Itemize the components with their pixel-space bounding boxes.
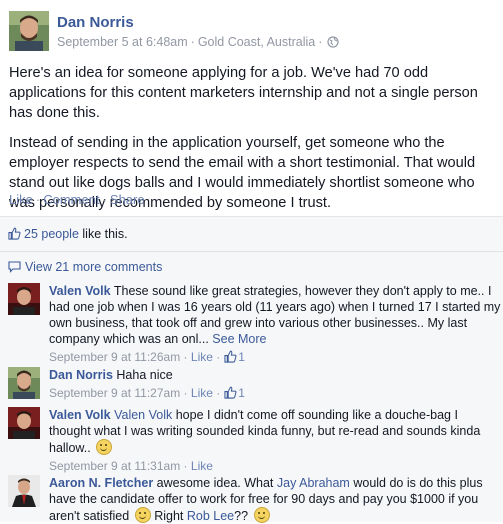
- post-author-name[interactable]: Dan Norris: [57, 14, 134, 31]
- commenter-name[interactable]: Dan Norris: [49, 368, 113, 382]
- commenter-name[interactable]: Aaron N. Fletcher: [49, 476, 153, 490]
- comment-date[interactable]: September 9 at 11:31am: [49, 459, 180, 473]
- meta-separator: ·: [318, 35, 323, 49]
- action-separator: ·: [35, 192, 41, 207]
- likes-count-link[interactable]: 25 people: [24, 227, 79, 241]
- divider: [0, 251, 503, 252]
- author-avatar[interactable]: [9, 11, 49, 51]
- mention-link[interactable]: Valen Volk: [114, 408, 172, 422]
- comment-date[interactable]: September 9 at 11:26am: [49, 350, 180, 364]
- like-button[interactable]: Like: [9, 192, 33, 207]
- thumbs-up-icon: [224, 350, 237, 367]
- post-paragraph: Here's an idea for someone applying for …: [9, 65, 478, 121]
- comment-like-button[interactable]: Like: [191, 350, 213, 364]
- comment-meta: September 9 at 11:31am · Like: [49, 458, 501, 474]
- comment-meta: September 9 at 11:26am · Like · 1: [49, 349, 501, 367]
- post-meta: September 5 at 6:48am · Gold Coast, Austra…: [57, 35, 340, 51]
- thumbs-up-icon: [224, 386, 237, 403]
- commenter-avatar[interactable]: [8, 283, 40, 315]
- commenter-name[interactable]: Valen Volk: [49, 408, 111, 422]
- see-more-link[interactable]: See More: [212, 332, 266, 346]
- comment-body: Aaron N. Fletcher awesome idea. What Jay…: [49, 475, 501, 524]
- comment-text: Haha nice: [116, 368, 173, 382]
- comment-like-button[interactable]: Like: [191, 386, 213, 400]
- likes-suffix: like this.: [82, 227, 128, 241]
- post-location[interactable]: Gold Coast, Australia: [198, 35, 315, 49]
- comment-body: Valen Volk These sound like great strate…: [49, 283, 501, 367]
- mention-link[interactable]: Jay Abraham: [277, 476, 350, 490]
- comment-like-button[interactable]: Like: [191, 459, 213, 473]
- feedback-section: 25 people like this. View 21 more commen…: [0, 216, 503, 524]
- comment-body: Dan Norris Haha nice September 9 at 11:2…: [49, 367, 501, 403]
- post-date[interactable]: September 5 at 6:48am: [57, 35, 188, 49]
- meta-separator: ·: [190, 35, 195, 49]
- smile-emoji-icon: [96, 439, 113, 455]
- commenter-avatar[interactable]: [8, 407, 40, 439]
- meta-separator: ·: [216, 350, 221, 364]
- meta-separator: ·: [183, 350, 188, 364]
- meta-separator: ·: [183, 386, 188, 400]
- post-actions: Like · Comment · Share: [9, 192, 145, 207]
- comment-like-count[interactable]: 1: [238, 386, 245, 400]
- meta-separator: ·: [216, 386, 221, 400]
- commenter-avatar[interactable]: [8, 475, 40, 507]
- comment-like-count[interactable]: 1: [238, 350, 245, 364]
- facebook-post: Dan Norris September 5 at 6:48am · Gold Co…: [0, 0, 503, 524]
- comment-text: These sound like great strategies, howev…: [49, 284, 501, 346]
- share-button[interactable]: Share: [110, 192, 145, 207]
- comment-body: Valen Volk Valen Volk hope I didn't come…: [49, 407, 501, 474]
- commenter-avatar[interactable]: [8, 367, 40, 399]
- view-more-label: View 21 more comments: [25, 260, 163, 274]
- action-separator: ·: [102, 192, 107, 207]
- comment-date[interactable]: September 9 at 11:27am: [49, 386, 180, 400]
- comment-meta: September 9 at 11:27am · Like · 1: [49, 385, 501, 403]
- view-more-comments[interactable]: View 21 more comments: [8, 260, 162, 274]
- commenter-name[interactable]: Valen Volk: [49, 284, 111, 298]
- comment-button[interactable]: Comment: [43, 192, 99, 207]
- likes-summary: 25 people like this.: [8, 227, 128, 241]
- thumbs-up-icon: [8, 227, 24, 241]
- globe-icon[interactable]: [327, 36, 340, 51]
- comment-text: awesome idea. What: [156, 476, 274, 490]
- meta-separator: ·: [183, 459, 188, 473]
- comment-bubble-icon: [8, 260, 25, 274]
